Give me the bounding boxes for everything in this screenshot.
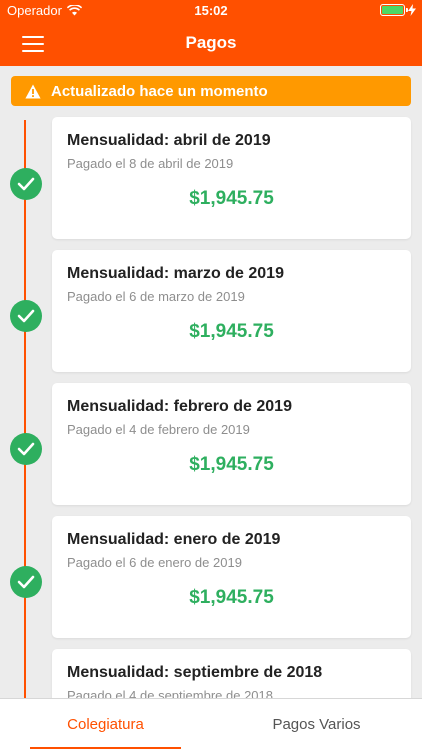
paid-check-icon xyxy=(10,566,42,598)
payment-date: Pagado el 4 de febrero de 2019 xyxy=(67,422,250,437)
payment-title: Mensualidad: febrero de 2019 xyxy=(67,398,292,415)
warning-icon xyxy=(25,84,41,98)
status-bar: Operador 15:02 xyxy=(0,0,422,22)
payment-amount: $1,945.75 xyxy=(189,188,274,209)
payment-date: Pagado el 8 de abril de 2019 xyxy=(67,156,234,171)
timeline-line xyxy=(24,120,26,720)
alert-text: Actualizado hace un momento xyxy=(51,82,268,100)
payment-title: Mensualidad: septiembre de 2018 xyxy=(67,664,323,681)
charging-icon xyxy=(408,4,416,16)
payment-amount: $1,945.75 xyxy=(189,587,274,608)
screen: Operador 15:02 Pagos Actualizado hace un… xyxy=(0,0,422,750)
payment-title: Mensualidad: abril de 2019 xyxy=(67,132,271,149)
page-title: Pagos xyxy=(185,33,237,52)
payment-title: Mensualidad: enero de 2019 xyxy=(67,531,281,548)
status-right xyxy=(380,4,416,16)
tab-pagos-varios[interactable]: Pagos Varios xyxy=(211,699,422,750)
status-time: 15:02 xyxy=(194,3,228,18)
payment-card[interactable]: Mensualidad: enero de 2019 Pagado el 6 d… xyxy=(52,516,411,638)
payment-date: Pagado el 6 de marzo de 2019 xyxy=(67,289,245,304)
tab-bar: Colegiatura Pagos Varios xyxy=(0,698,422,750)
nav-bar: Pagos xyxy=(0,22,422,66)
paid-check-icon xyxy=(10,433,42,465)
payment-title: Mensualidad: marzo de 2019 xyxy=(67,265,284,282)
payment-card[interactable]: Mensualidad: febrero de 2019 Pagado el 4… xyxy=(52,383,411,505)
payment-amount: $1,945.75 xyxy=(189,321,274,342)
battery-icon xyxy=(380,4,408,16)
payment-card[interactable]: Mensualidad: marzo de 2019 Pagado el 6 d… xyxy=(52,250,411,372)
battery-level xyxy=(382,6,403,14)
paid-check-icon xyxy=(10,168,42,200)
payment-card[interactable]: Mensualidad: abril de 2019 Pagado el 8 d… xyxy=(52,117,411,239)
tab-colegiatura[interactable]: Colegiatura xyxy=(0,699,211,750)
payment-amount: $1,945.75 xyxy=(189,454,274,475)
payment-date: Pagado el 6 de enero de 2019 xyxy=(67,555,242,570)
status-alert: Actualizado hace un momento xyxy=(11,76,411,106)
paid-check-icon xyxy=(10,300,42,332)
